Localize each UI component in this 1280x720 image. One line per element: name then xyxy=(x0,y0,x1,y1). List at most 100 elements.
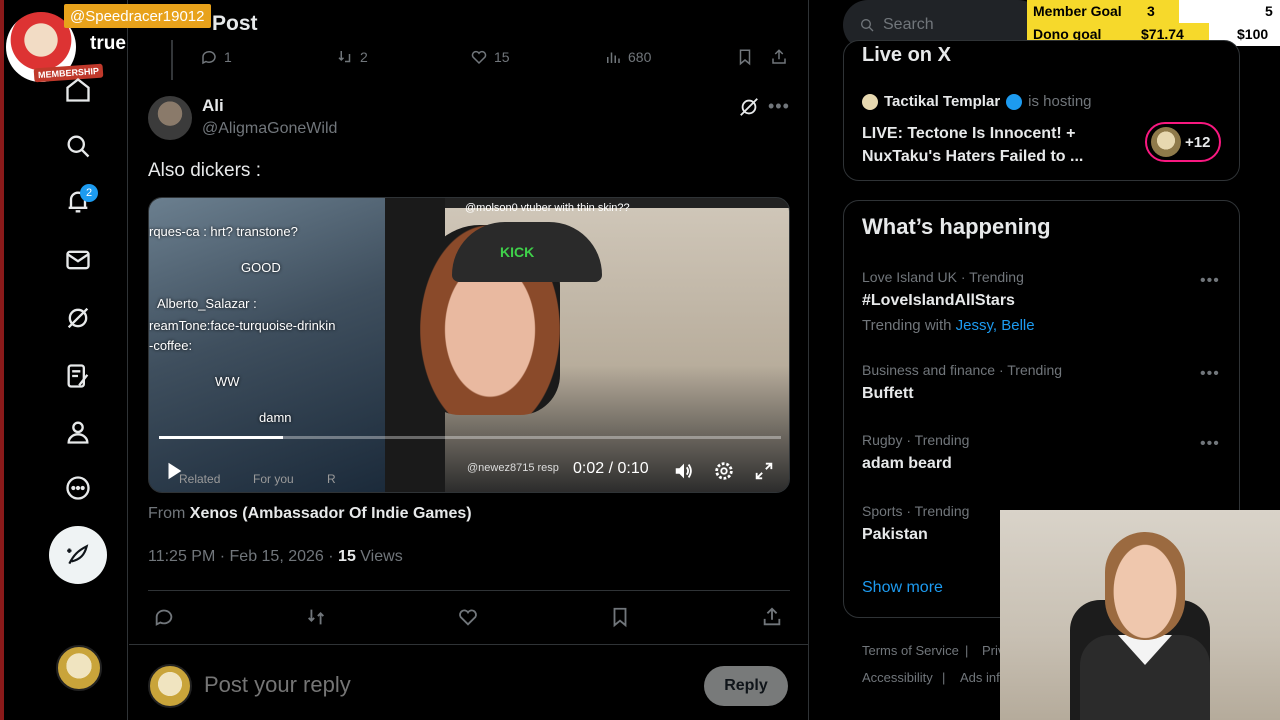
cap-text: KICK xyxy=(500,244,535,260)
footer-separator: | xyxy=(942,670,946,685)
host-avatar xyxy=(862,93,878,110)
author-avatar[interactable] xyxy=(148,96,192,140)
dono-goal-target: $100 xyxy=(1237,26,1269,42)
bookmark-icon xyxy=(613,607,627,628)
search-icon xyxy=(861,19,874,32)
from-source-link[interactable]: Xenos (Ambassador Of Indie Games) xyxy=(190,505,472,522)
heart-icon xyxy=(471,50,487,65)
share-icon xyxy=(772,49,786,64)
footer-terms[interactable]: Terms of Service xyxy=(862,643,959,658)
account-avatar[interactable] xyxy=(56,645,102,691)
compose-button[interactable] xyxy=(49,526,107,584)
video-chat-line: -coffee: xyxy=(149,338,193,353)
listener-avatar xyxy=(1151,127,1181,157)
prev-reply-stat[interactable]: 1 xyxy=(200,48,232,66)
video-chat-panel: rques-ca : hrt? transtone? GOOD Alberto_… xyxy=(149,198,385,492)
notes-icon[interactable] xyxy=(60,358,96,394)
reply-icon xyxy=(202,50,216,65)
search-placeholder: Search xyxy=(883,16,934,33)
prev-like-count: 15 xyxy=(494,49,510,65)
post-views-label: Views xyxy=(360,548,403,565)
profile-icon[interactable] xyxy=(60,414,96,450)
footer-ads[interactable]: Ads inf xyxy=(960,670,1000,685)
video-time: 0:02 / 0:10 xyxy=(573,460,649,477)
host-name: Tactikal Templar xyxy=(884,93,1001,110)
video-chat-line: reamTone:face-turquoise-drinkin xyxy=(149,318,336,333)
webcam-face xyxy=(1105,532,1185,640)
video-tab-foryou: For you xyxy=(253,472,294,486)
notification-badge: 2 xyxy=(80,184,98,202)
trend-name[interactable]: adam beard xyxy=(862,455,952,473)
video-tab-more: R xyxy=(327,472,336,486)
live-text[interactable]: LIVE: Tectone Is Innocent! + NuxTaku's H… xyxy=(862,122,1122,168)
trend-meta: Love Island UK · Trending xyxy=(862,269,1024,285)
prev-reply-count: 1 xyxy=(224,49,232,65)
reply-icon xyxy=(155,609,173,626)
author-handle[interactable]: @AligmaGoneWild xyxy=(202,120,337,138)
trend-more-icon[interactable]: ••• xyxy=(1200,365,1220,383)
search-icon[interactable] xyxy=(60,128,96,164)
divider xyxy=(129,644,809,645)
reply-input[interactable] xyxy=(204,672,684,698)
volume-icon[interactable] xyxy=(673,460,695,487)
prev-bookmark[interactable] xyxy=(736,48,754,66)
bookmark-button[interactable] xyxy=(609,606,633,630)
happening-title: What’s happening xyxy=(862,214,1051,239)
thread-line xyxy=(171,40,173,80)
grok-icon[interactable] xyxy=(738,96,760,118)
mail-icon[interactable] xyxy=(60,242,96,278)
share-icon xyxy=(763,607,781,626)
trend-name[interactable]: #LoveIslandAllStars xyxy=(862,292,1015,310)
video-bottom-text: @newez8715 resp xyxy=(467,462,559,474)
video-progress-fill xyxy=(159,436,284,439)
from-prefix: From xyxy=(148,505,186,522)
more-options-icon[interactable]: ••• xyxy=(768,96,790,117)
prev-like-stat[interactable]: 15 xyxy=(470,48,510,66)
trend-with-label: Trending with xyxy=(862,317,952,334)
repost-icon xyxy=(338,51,351,63)
prev-share[interactable] xyxy=(770,48,788,66)
streamer-webcam xyxy=(1000,510,1280,720)
fullscreen-icon[interactable] xyxy=(753,460,775,487)
true-label: true xyxy=(90,33,126,54)
prev-repost-count: 2 xyxy=(360,49,368,65)
trend-with-links[interactable]: Jessy, Belle xyxy=(956,317,1035,334)
footer-separator: | xyxy=(965,643,969,658)
reply-submit-button[interactable]: Reply xyxy=(704,666,788,706)
listener-count: +12 xyxy=(1185,133,1211,151)
trend-name[interactable]: Pakistan xyxy=(862,526,928,544)
share-button[interactable] xyxy=(761,606,785,630)
live-host[interactable]: Tactikal Templar is hosting xyxy=(862,93,1092,110)
video-progress-bar[interactable] xyxy=(159,436,781,439)
post-views-count: 15 xyxy=(338,548,356,565)
member-goal: Member Goal 3 5 xyxy=(1027,0,1280,23)
video-chat-line: Alberto_Salazar : xyxy=(157,296,257,311)
video-chat-line: WW xyxy=(215,374,240,389)
video-chat-line: rques-ca : hrt? transtone? xyxy=(149,224,298,239)
video-top-text: @molson0 vtuber with thin skin?? xyxy=(465,202,630,214)
trend-name[interactable]: Buffett xyxy=(862,385,914,403)
show-more-link[interactable]: Show more xyxy=(862,579,943,597)
post-timestamp[interactable]: 11:25 PM · Feb 15, 2026 · xyxy=(148,548,334,565)
grok-icon[interactable] xyxy=(60,300,96,336)
trend-more-icon[interactable]: ••• xyxy=(1200,272,1220,290)
video-chat-line: damn xyxy=(259,410,292,425)
repost-button[interactable] xyxy=(305,606,329,630)
prev-repost-stat[interactable]: 2 xyxy=(336,48,368,66)
prev-views-count: 680 xyxy=(628,49,652,65)
member-goal-target: 5 xyxy=(1265,3,1273,19)
reply-button[interactable] xyxy=(153,606,177,630)
home-icon[interactable] xyxy=(60,72,96,108)
prev-views-stat[interactable]: 680 xyxy=(604,48,651,66)
more-icon[interactable] xyxy=(60,470,96,506)
trend-more-icon[interactable]: ••• xyxy=(1200,435,1220,453)
settings-gear-icon[interactable] xyxy=(713,460,735,487)
views-icon xyxy=(607,52,620,63)
live-listeners-pill[interactable]: +12 xyxy=(1145,122,1221,162)
author-name[interactable]: Ali xyxy=(202,96,224,116)
divider xyxy=(148,590,790,591)
stream-border xyxy=(0,0,4,720)
footer-accessibility[interactable]: Accessibility xyxy=(862,670,933,685)
post-meta: 11:25 PM · Feb 15, 2026 · 15 Views xyxy=(148,548,403,566)
like-button[interactable] xyxy=(457,606,481,630)
